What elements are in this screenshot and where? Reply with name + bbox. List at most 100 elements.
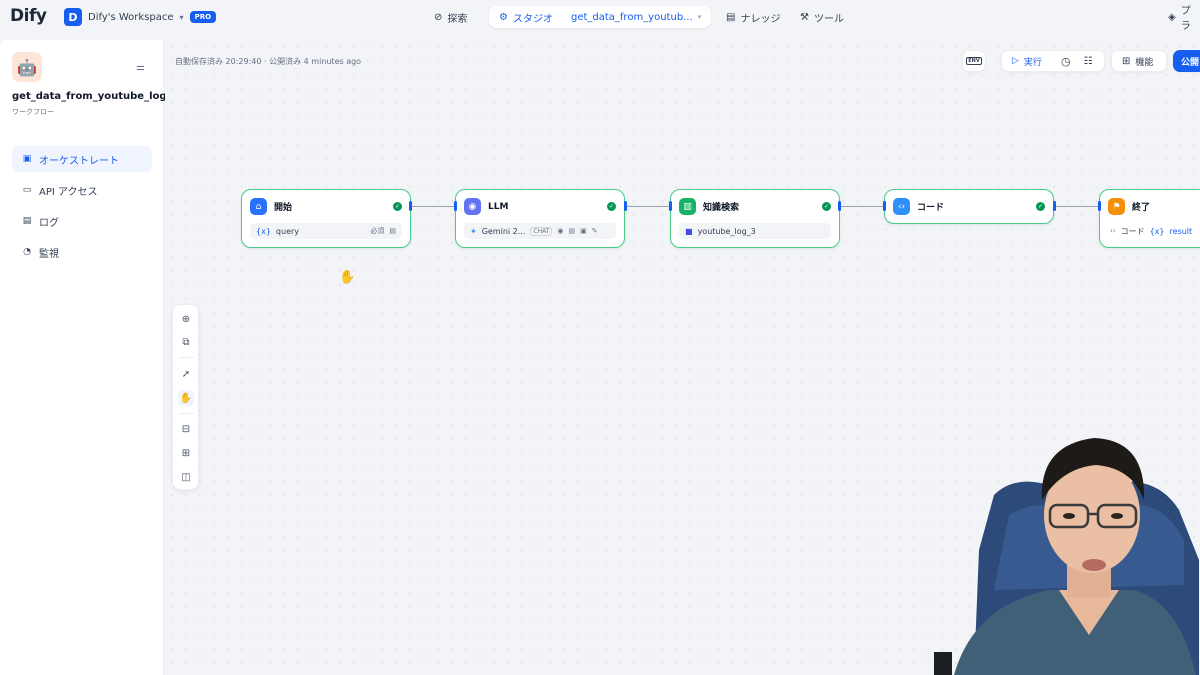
node-title: 終了 xyxy=(1132,203,1151,213)
check-icon: ✓ xyxy=(393,202,402,211)
code-icon: ‹› xyxy=(1110,227,1116,235)
run-button[interactable]: 実行 xyxy=(1024,55,1042,68)
input-handle[interactable] xyxy=(1098,201,1101,211)
current-app-label[interactable]: get_data_from_youtub... xyxy=(571,12,693,23)
add-node-icon[interactable]: ⊕ xyxy=(178,311,194,327)
file-icon: ▤ xyxy=(22,216,32,226)
workspace-name: Dify's Workspace xyxy=(88,11,174,23)
organize-blocks-icon[interactable]: ⊞ xyxy=(178,445,194,461)
check-icon: ✓ xyxy=(1036,202,1045,211)
nav-explore[interactable]: ⊘ 探索 xyxy=(434,6,467,28)
checklist-icon[interactable]: ☷ xyxy=(1084,56,1093,67)
gemini-icon: ✦ xyxy=(470,226,477,236)
menu-item-label: 監視 xyxy=(39,248,59,260)
llm-icon: ◉ xyxy=(464,198,481,215)
hand-icon[interactable]: ✋ xyxy=(178,390,194,406)
book-icon: ▥ xyxy=(679,198,696,215)
document-icon: ▤ xyxy=(568,227,576,235)
save-status: 自動保存済み 20:29:40 · 公開済み 4 minutes ago xyxy=(175,57,362,66)
layout-icon: ▣ xyxy=(22,154,32,164)
workspace-switcher[interactable]: D Dify's Workspace ▾ PRO xyxy=(64,8,217,26)
menu-item-label: API アクセス xyxy=(39,186,98,198)
features-button[interactable]: ⊞ 機能 xyxy=(1111,50,1167,72)
flag-icon: ⚑ xyxy=(1108,198,1125,215)
input-handle[interactable] xyxy=(883,201,886,211)
node-code[interactable]: ‹› コード ✓ xyxy=(884,189,1054,224)
output-handle[interactable] xyxy=(409,201,412,211)
publish-label: 公開 xyxy=(1181,57,1200,68)
dataset-name: youtube_log_3 xyxy=(697,226,756,236)
cube-icon: ◈ xyxy=(1168,11,1176,23)
env-button[interactable]: ENV xyxy=(962,50,986,72)
code-icon: ‹› xyxy=(893,198,910,215)
app-type: ワークフロー xyxy=(12,108,54,116)
webcam-presenter xyxy=(934,420,1200,675)
pointer-icon[interactable]: ➚ xyxy=(178,366,194,382)
features-label: 機能 xyxy=(1135,57,1154,68)
nav-knowledge[interactable]: ▤ ナレッジ xyxy=(726,6,780,28)
play-icon[interactable]: ▷ xyxy=(1012,56,1019,66)
output-handle[interactable] xyxy=(624,201,627,211)
node-knowledge-retrieval[interactable]: ▥ 知識検索 ✓ ■ youtube_log_3 xyxy=(670,189,840,248)
settings-sliders-icon[interactable]: ⚌ xyxy=(136,62,145,73)
nav-knowledge-label: ナレッジ xyxy=(740,13,781,25)
dify-logo[interactable]: Dify xyxy=(10,6,47,26)
menu-item-orchestrate[interactable]: ▣ オーケストレート xyxy=(12,146,152,172)
grid-icon: ⊞ xyxy=(1122,55,1131,67)
nav-plugins[interactable]: ◈ プラ xyxy=(1168,6,1200,32)
node-llm[interactable]: ◉ LLM ✓ ✦ Gemini 2... CHAT ◉ ▤ ▣ ✎ xyxy=(455,189,625,248)
edge-knowledge-code xyxy=(840,206,885,207)
env-icon: ENV xyxy=(966,57,982,65)
app-menu: ▣ オーケストレート ▭ API アクセス ▤ ログ ◔ 監視 xyxy=(12,146,152,270)
edge-code-end xyxy=(1055,206,1100,207)
node-dataset: ■ youtube_log_3 xyxy=(679,223,831,239)
tool-icon: ✎ xyxy=(591,227,598,235)
variable-icon: {x} xyxy=(256,226,271,236)
output-handle[interactable] xyxy=(838,201,841,211)
hand-cursor-icon: ✋ xyxy=(339,270,356,285)
hammer-icon: ⚒ xyxy=(800,11,809,23)
required-label: 必須 xyxy=(370,227,385,235)
run-toolbar: ▷ 実行 ◷ ☷ xyxy=(1001,50,1105,72)
history-icon[interactable]: ◷ xyxy=(1061,55,1071,68)
node-title: コード xyxy=(917,203,945,213)
chevron-down-icon: ▾ xyxy=(697,13,702,21)
node-title: LLM xyxy=(488,201,509,212)
node-output-variable: ‹› コード {x} result xyxy=(1108,223,1200,239)
menu-item-label: オーケストレート xyxy=(39,155,119,167)
export-image-icon[interactable]: ⊟ xyxy=(178,421,194,437)
text-type-icon: ▤ xyxy=(389,227,396,235)
menu-item-api-access[interactable]: ▭ API アクセス xyxy=(12,177,152,203)
app-name: get_data_from_youtube_log xyxy=(12,91,167,102)
input-handle[interactable] xyxy=(454,201,457,211)
workspace-avatar: D xyxy=(64,8,82,26)
nav-plugins-label: プラ xyxy=(1180,6,1191,32)
menu-item-label: ログ xyxy=(39,217,59,229)
output-handle[interactable] xyxy=(1053,201,1056,211)
book-icon: ▤ xyxy=(726,11,736,23)
menu-item-monitoring[interactable]: ◔ 監視 xyxy=(12,239,152,265)
node-title: 知識検索 xyxy=(703,203,740,213)
nav-tools-label: ツール xyxy=(813,13,844,25)
nav-studio[interactable]: ⚙ スタジオ get_data_from_youtub... ▾ xyxy=(489,6,712,28)
node-variable: {x} query 必須 ▤ xyxy=(250,223,402,239)
image-icon: ▣ xyxy=(580,227,587,235)
menu-item-logs[interactable]: ▤ ログ xyxy=(12,208,152,234)
nav-tools[interactable]: ⚒ ツール xyxy=(800,6,844,28)
input-handle[interactable] xyxy=(669,201,672,211)
variable-name: query xyxy=(275,226,300,236)
variable-icon: {x} xyxy=(1149,226,1165,236)
folder-icon: ■ xyxy=(685,226,693,236)
publish-button[interactable]: 公開 xyxy=(1173,50,1200,72)
nav-studio-label: スタジオ xyxy=(512,13,553,25)
node-start[interactable]: ⌂ 開始 ✓ {x} query 必須 ▤ xyxy=(241,189,411,248)
node-model: ✦ Gemini 2... CHAT ◉ ▤ ▣ ✎ xyxy=(464,223,616,239)
robot-icon: ⚙ xyxy=(499,11,508,23)
minimap-icon[interactable]: ◫ xyxy=(178,469,194,485)
top-bar: Dify D Dify's Workspace ▾ PRO ⊘ 探索 ⚙ スタジ… xyxy=(0,0,1200,36)
eye-icon: ◉ xyxy=(557,227,564,235)
add-note-icon[interactable]: ⧉ xyxy=(178,334,194,350)
plan-badge: PRO xyxy=(189,11,217,23)
chevron-down-icon: ▾ xyxy=(179,12,184,22)
node-end[interactable]: ⚑ 終了 ‹› コード {x} result xyxy=(1099,189,1200,248)
